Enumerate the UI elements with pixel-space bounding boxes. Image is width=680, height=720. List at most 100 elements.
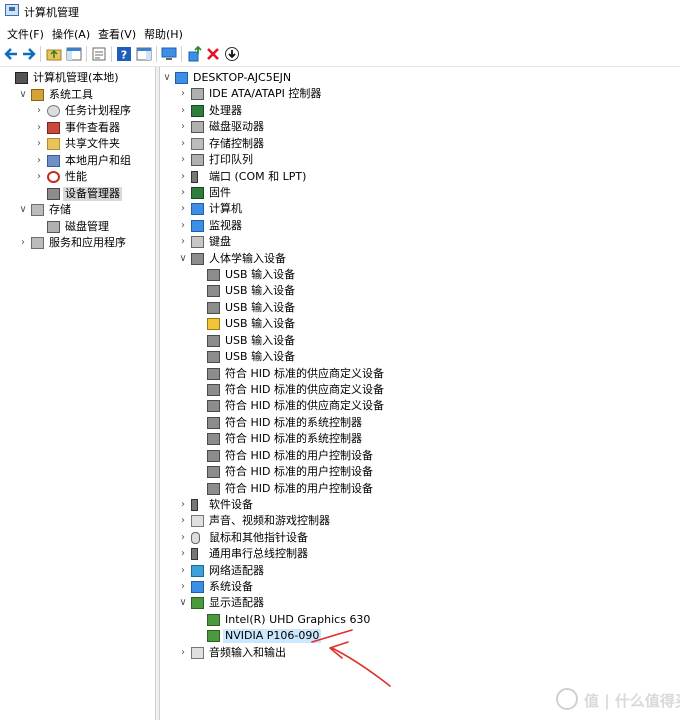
tree-item-label: 符合 HID 标准的系统控制器 xyxy=(225,432,362,446)
device-tree-item[interactable]: › 网络适配器 xyxy=(160,563,680,579)
device-tree-item[interactable]: › 系统设备 xyxy=(160,579,680,595)
forward-icon[interactable] xyxy=(21,46,37,62)
device-tree-item[interactable]: › 计算机 xyxy=(160,201,680,217)
device-tree-item[interactable]: › 通用串行总线控制器 xyxy=(160,546,680,562)
chevron-right-icon[interactable]: › xyxy=(178,530,188,546)
chevron-right-icon[interactable]: › xyxy=(178,234,188,250)
download-icon[interactable] xyxy=(224,46,240,62)
device-tree-item[interactable]: USB 输入设备 xyxy=(160,267,680,283)
chevron-down-icon[interactable]: ∨ xyxy=(178,251,188,267)
show-hide-tree-icon[interactable] xyxy=(66,46,82,62)
chevron-right-icon[interactable]: › xyxy=(178,546,188,562)
chevron-right-icon[interactable]: › xyxy=(178,103,188,119)
menu-view[interactable]: 查看(V) xyxy=(98,26,136,42)
chevron-right-icon[interactable]: › xyxy=(178,201,188,217)
tree-item-label: 计算机 xyxy=(209,202,242,216)
console-tree-item[interactable]: › 共享文件夹 xyxy=(0,136,155,152)
device-tree-item[interactable]: › 固件 xyxy=(160,185,680,201)
device-tree-item[interactable]: › 打印队列 xyxy=(160,152,680,168)
chevron-right-icon[interactable]: › xyxy=(34,120,44,136)
device-tree-item[interactable]: › 键盘 xyxy=(160,234,680,250)
uninstall-icon[interactable] xyxy=(205,46,221,62)
chevron-right-icon[interactable]: › xyxy=(178,169,188,185)
computer-icon[interactable] xyxy=(161,46,177,62)
device-tree-item[interactable]: › 鼠标和其他指针设备 xyxy=(160,530,680,546)
back-icon[interactable] xyxy=(3,46,19,62)
chevron-right-icon[interactable]: › xyxy=(18,235,28,251)
device-tree-item[interactable]: 符合 HID 标准的用户控制设备 xyxy=(160,448,680,464)
device-tree-item[interactable]: 符合 HID 标准的系统控制器 xyxy=(160,415,680,431)
device-tree-item[interactable]: ∨ 显示适配器 xyxy=(160,595,680,611)
device-tree-item-selected[interactable]: NVIDIA P106-090 xyxy=(160,628,680,644)
console-tree-item[interactable]: 设备管理器 xyxy=(0,186,155,202)
tree-item-label: 鼠标和其他指针设备 xyxy=(209,530,308,544)
menu-action[interactable]: 操作(A) xyxy=(52,26,90,42)
console-tree-item[interactable]: ∨ 存储 xyxy=(0,202,155,218)
tree-item-label: USB 输入设备 xyxy=(225,300,296,314)
device-tree-item[interactable]: › 音频输入和输出 xyxy=(160,645,680,661)
chevron-right-icon[interactable]: › xyxy=(178,645,188,661)
device-tree-item[interactable]: › IDE ATA/ATAPI 控制器 xyxy=(160,86,680,102)
tree-item-label: DESKTOP-AJC5EJN xyxy=(193,71,292,84)
console-tree-item[interactable]: › 事件查看器 xyxy=(0,120,155,136)
chevron-down-icon[interactable]: ∨ xyxy=(18,202,28,218)
device-tree-item[interactable]: 符合 HID 标准的供应商定义设备 xyxy=(160,382,680,398)
device-tree-item[interactable]: USB 输入设备 xyxy=(160,300,680,316)
device-tree-item[interactable]: › 监视器 xyxy=(160,218,680,234)
processor-icon xyxy=(191,104,204,117)
chevron-right-icon[interactable]: › xyxy=(178,513,188,529)
device-tree-item[interactable]: USB 输入设备 xyxy=(160,283,680,299)
properties-icon[interactable] xyxy=(91,46,107,62)
device-tree-item[interactable]: Intel(R) UHD Graphics 630 xyxy=(160,612,680,628)
no-expander xyxy=(194,431,204,447)
device-tree-item[interactable]: › 端口 (COM 和 LPT) xyxy=(160,169,680,185)
chevron-right-icon[interactable]: › xyxy=(34,169,44,185)
tree-item-label: 磁盘驱动器 xyxy=(209,120,264,134)
device-tree-item[interactable]: › 声音、视频和游戏控制器 xyxy=(160,513,680,529)
tree-item-label: 磁盘管理 xyxy=(65,219,109,233)
device-tree-item[interactable]: 符合 HID 标准的用户控制设备 xyxy=(160,481,680,497)
chevron-right-icon[interactable]: › xyxy=(178,563,188,579)
device-tree-item[interactable]: 符合 HID 标准的供应商定义设备 xyxy=(160,366,680,382)
chevron-right-icon[interactable]: › xyxy=(178,218,188,234)
chevron-right-icon[interactable]: › xyxy=(178,136,188,152)
chevron-down-icon[interactable]: ∨ xyxy=(162,70,172,86)
chevron-down-icon[interactable]: ∨ xyxy=(18,87,28,103)
device-tree-item[interactable]: 符合 HID 标准的供应商定义设备 xyxy=(160,398,680,414)
console-tree-item[interactable]: › 本地用户和组 xyxy=(0,153,155,169)
console-tree-item[interactable]: 磁盘管理 xyxy=(0,219,155,235)
console-tree-item[interactable]: › 服务和应用程序 xyxy=(0,235,155,251)
console-tree-item[interactable]: ∨ 系统工具 xyxy=(0,87,155,103)
chevron-right-icon[interactable]: › xyxy=(34,136,44,152)
device-tree-item[interactable]: › 存储控制器 xyxy=(160,136,680,152)
device-tree-item[interactable]: USB 输入设备 xyxy=(160,316,680,332)
device-tree-item[interactable]: USB 输入设备 xyxy=(160,349,680,365)
show-hide-action-icon[interactable] xyxy=(136,46,152,62)
chevron-right-icon[interactable]: › xyxy=(178,119,188,135)
chevron-right-icon[interactable]: › xyxy=(34,103,44,119)
device-tree-item[interactable]: › 处理器 xyxy=(160,103,680,119)
chevron-right-icon[interactable]: › xyxy=(34,153,44,169)
chevron-right-icon[interactable]: › xyxy=(178,185,188,201)
device-tree-item[interactable]: › 磁盘驱动器 xyxy=(160,119,680,135)
console-tree-item[interactable]: › 性能 xyxy=(0,169,155,185)
device-tree-item[interactable]: › 软件设备 xyxy=(160,497,680,513)
menu-help[interactable]: 帮助(H) xyxy=(144,26,183,42)
tree-item-label: USB 输入设备 xyxy=(225,317,296,331)
update-driver-icon[interactable] xyxy=(187,46,203,62)
chevron-right-icon[interactable]: › xyxy=(178,579,188,595)
device-tree-item[interactable]: USB 输入设备 xyxy=(160,333,680,349)
device-tree-item[interactable]: ∨ 人体学输入设备 xyxy=(160,251,680,267)
chevron-right-icon[interactable]: › xyxy=(178,152,188,168)
chevron-right-icon[interactable]: › xyxy=(178,86,188,102)
console-tree-item[interactable]: 计算机管理(本地) xyxy=(0,70,155,86)
up-folder-icon[interactable] xyxy=(46,46,62,62)
chevron-down-icon[interactable]: ∨ xyxy=(178,595,188,611)
console-tree-item[interactable]: › 任务计划程序 xyxy=(0,103,155,119)
chevron-right-icon[interactable]: › xyxy=(178,497,188,513)
device-tree-item[interactable]: 符合 HID 标准的系统控制器 xyxy=(160,431,680,447)
device-tree-item[interactable]: ∨ DESKTOP-AJC5EJN xyxy=(160,70,680,86)
device-tree-item[interactable]: 符合 HID 标准的用户控制设备 xyxy=(160,464,680,480)
help-icon[interactable]: ? xyxy=(116,46,132,62)
menu-file[interactable]: 文件(F) xyxy=(7,26,44,42)
